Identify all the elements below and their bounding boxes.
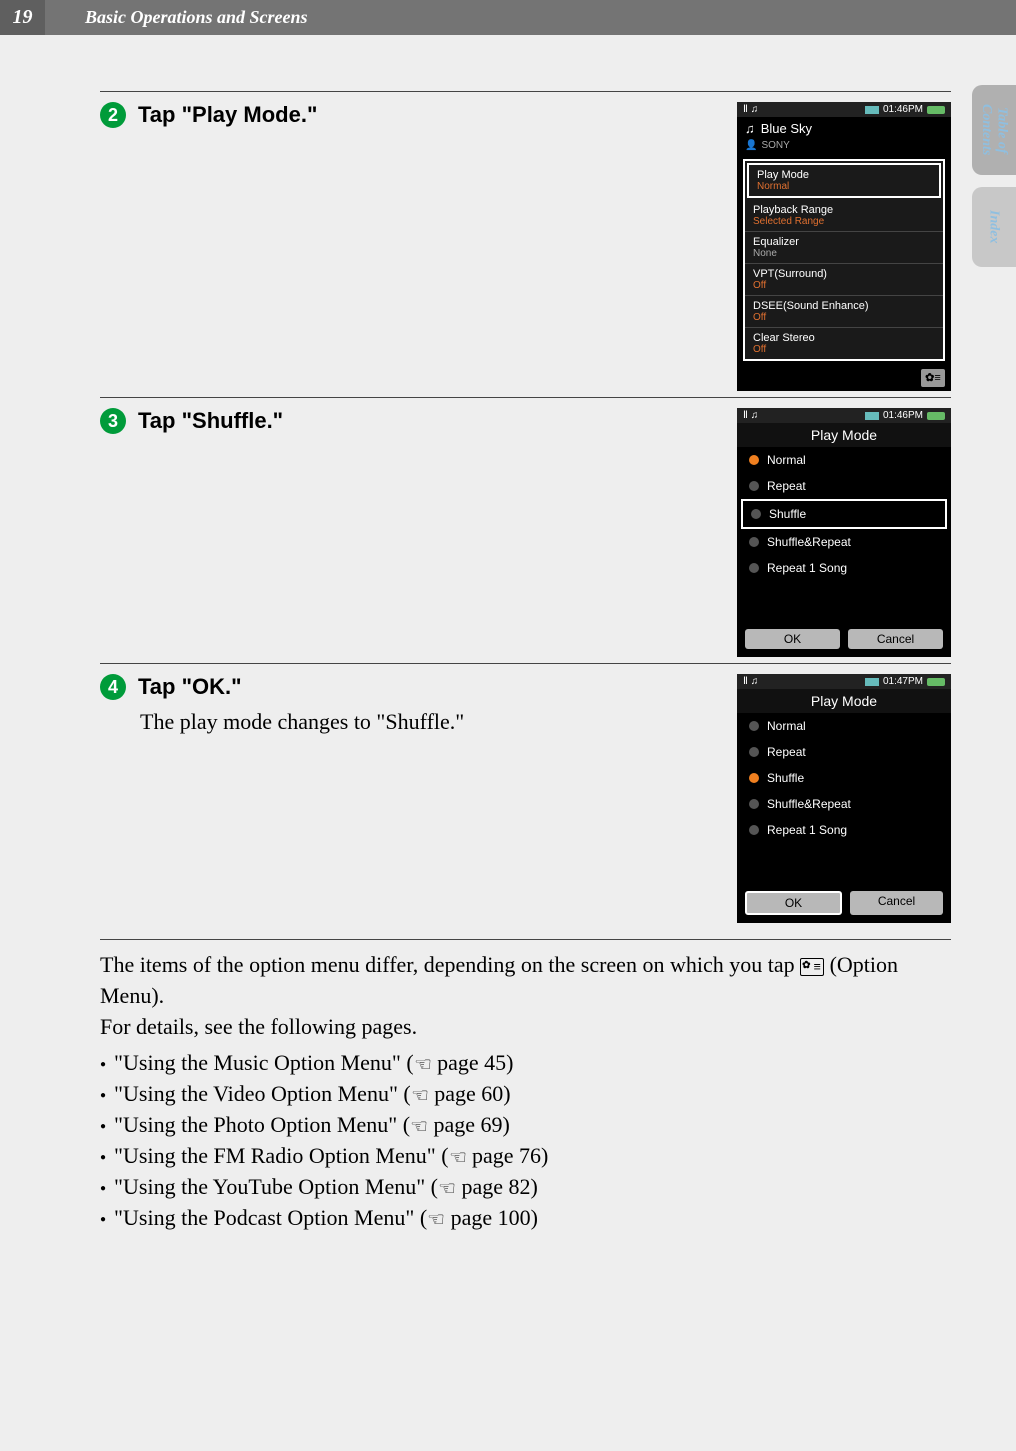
hand-pointer-icon: ☞	[427, 1206, 445, 1234]
mode-normal[interactable]: Normal	[741, 713, 947, 739]
device-screenshot-step4: Ⅱ ♫ 01:47PM Play Mode Normal Repeat Shuf…	[737, 674, 951, 923]
divider	[100, 397, 951, 398]
hand-pointer-icon: ☞	[449, 1144, 467, 1172]
mode-shuffle[interactable]: Shuffle	[741, 765, 947, 791]
step-number-badge: 3	[100, 408, 126, 434]
divider	[100, 91, 951, 92]
cancel-button[interactable]: Cancel	[850, 891, 943, 915]
mode-shuffle-repeat[interactable]: Shuffle&Repeat	[741, 791, 947, 817]
divider	[100, 663, 951, 664]
ref-podcast-option-menu[interactable]: "Using the Podcast Option Menu" (☞ page …	[100, 1203, 951, 1234]
tab-index[interactable]: Index	[972, 187, 1016, 267]
status-time: 01:46PM	[883, 410, 923, 421]
status-time: 01:47PM	[883, 676, 923, 687]
step-number-badge: 2	[100, 102, 126, 128]
music-note-icon: ♫	[745, 121, 755, 136]
wifi-icon	[865, 678, 879, 686]
step-title: Tap "Play Mode."	[138, 102, 317, 128]
wifi-icon	[865, 412, 879, 420]
device-screenshot-step2: Ⅱ ♫ 01:46PM ♫ Blue Sky 👤 SONY	[737, 102, 951, 391]
pause-icon: Ⅱ ♫	[743, 104, 758, 115]
references-list: "Using the Music Option Menu" (☞ page 45…	[100, 1048, 951, 1234]
hand-pointer-icon: ☞	[411, 1082, 429, 1110]
ref-youtube-option-menu[interactable]: "Using the YouTube Option Menu" (☞ page …	[100, 1172, 951, 1203]
wifi-icon	[865, 106, 879, 114]
cancel-button[interactable]: Cancel	[848, 629, 943, 649]
option-menu-button-icon[interactable]: ✿≡	[921, 369, 945, 387]
ref-photo-option-menu[interactable]: "Using the Photo Option Menu" (☞ page 69…	[100, 1110, 951, 1141]
hand-pointer-icon: ☞	[438, 1175, 456, 1203]
mode-repeat[interactable]: Repeat	[741, 739, 947, 765]
content-area: 2 Tap "Play Mode." Ⅱ ♫ 01:46PM ♫ Blue Sk…	[0, 35, 1016, 1234]
mode-repeat[interactable]: Repeat	[741, 473, 947, 499]
page-number: 19	[0, 0, 45, 35]
battery-icon	[927, 106, 945, 114]
footer-paragraph-2: For details, see the following pages.	[100, 1012, 951, 1043]
option-menu-icon: ≡	[800, 958, 824, 976]
step-2: 2 Tap "Play Mode." Ⅱ ♫ 01:46PM ♫ Blue Sk…	[100, 102, 951, 391]
pause-icon: Ⅱ ♫	[743, 410, 758, 421]
screen-title: Play Mode	[737, 423, 951, 447]
screen-title: Play Mode	[737, 689, 951, 713]
step-body: The play mode changes to "Shuffle."	[140, 708, 707, 737]
battery-icon	[927, 412, 945, 420]
divider	[100, 939, 951, 940]
ref-fm-radio-option-menu[interactable]: "Using the FM Radio Option Menu" (☞ page…	[100, 1141, 951, 1172]
ok-button[interactable]: OK	[745, 629, 840, 649]
menu-item-clear-stereo[interactable]: Clear Stereo Off	[745, 328, 943, 359]
option-menu-popup: Play Mode Normal Playback Range Selected…	[743, 159, 945, 361]
pause-icon: Ⅱ ♫	[743, 676, 758, 687]
footer-paragraph: The items of the option menu differ, dep…	[100, 950, 951, 1012]
device-screenshot-step3: Ⅱ ♫ 01:46PM Play Mode Normal Repeat Shuf…	[737, 408, 951, 657]
ok-button[interactable]: OK	[745, 891, 842, 915]
person-icon: 👤	[745, 140, 757, 151]
mode-normal[interactable]: Normal	[741, 447, 947, 473]
ref-video-option-menu[interactable]: "Using the Video Option Menu" (☞ page 60…	[100, 1079, 951, 1110]
step-3: 3 Tap "Shuffle." Ⅱ ♫ 01:46PM Play Mode N…	[100, 408, 951, 657]
hand-pointer-icon: ☞	[410, 1113, 428, 1141]
menu-item-play-mode[interactable]: Play Mode Normal	[747, 163, 941, 198]
status-time: 01:46PM	[883, 104, 923, 115]
step-number-badge: 4	[100, 674, 126, 700]
step-4: 4 Tap "OK." The play mode changes to "Sh…	[100, 674, 951, 923]
mode-shuffle[interactable]: Shuffle	[741, 499, 947, 529]
hand-pointer-icon: ☞	[414, 1051, 432, 1079]
battery-icon	[927, 678, 945, 686]
chapter-title: Basic Operations and Screens	[85, 7, 308, 28]
menu-item-playback-range[interactable]: Playback Range Selected Range	[745, 200, 943, 232]
artist-name: SONY	[761, 140, 789, 151]
menu-item-dsee[interactable]: DSEE(Sound Enhance) Off	[745, 296, 943, 328]
track-title: Blue Sky	[761, 121, 812, 136]
menu-item-equalizer[interactable]: Equalizer None	[745, 232, 943, 264]
step-title: Tap "Shuffle."	[138, 408, 283, 434]
mode-shuffle-repeat[interactable]: Shuffle&Repeat	[741, 529, 947, 555]
side-tabs: Table of Contents Index	[972, 85, 1016, 267]
step-title: Tap "OK."	[138, 674, 242, 700]
mode-repeat-1-song[interactable]: Repeat 1 Song	[741, 817, 947, 843]
ref-music-option-menu[interactable]: "Using the Music Option Menu" (☞ page 45…	[100, 1048, 951, 1079]
tab-table-of-contents[interactable]: Table of Contents	[972, 85, 1016, 175]
mode-repeat-1-song[interactable]: Repeat 1 Song	[741, 555, 947, 581]
menu-item-vpt[interactable]: VPT(Surround) Off	[745, 264, 943, 296]
page-header: 19 Basic Operations and Screens	[0, 0, 1016, 35]
